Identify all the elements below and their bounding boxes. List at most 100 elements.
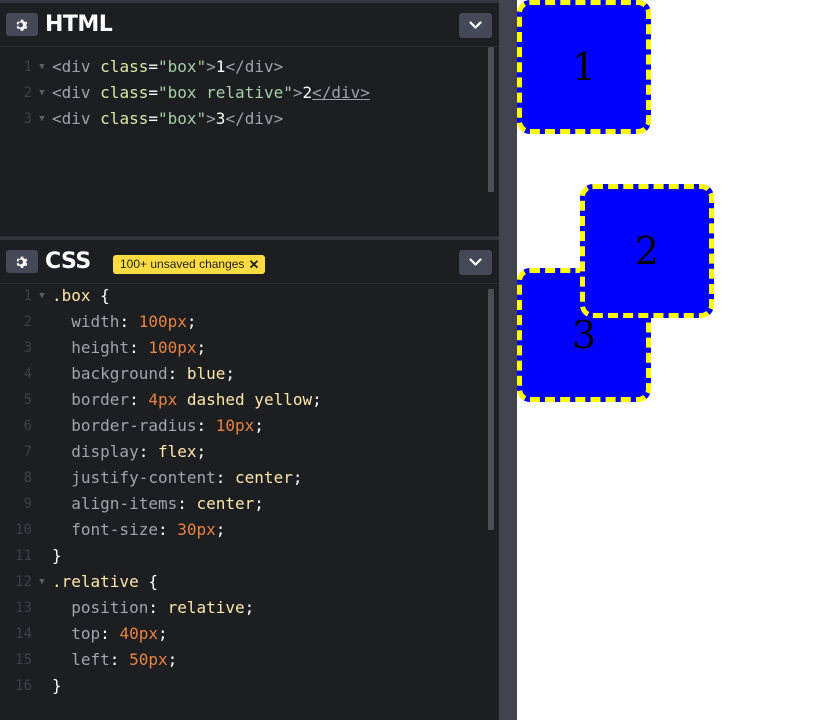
- code-line[interactable]: 3 ▼ <div class="box">3</div>: [0, 106, 490, 132]
- gear-icon: [16, 19, 28, 31]
- code-text: display: flex;: [52, 439, 206, 465]
- code-line[interactable]: 6 border-radius: 10px;: [0, 413, 490, 439]
- code-text: .relative {: [52, 569, 158, 595]
- line-number: 7: [23, 444, 32, 460]
- editor-column: HTML 1 ▼ <div class="box">1</div> 2 ▼ <div cl…: [0, 0, 499, 720]
- line-number: 2: [23, 314, 32, 330]
- code-token: :: [100, 624, 120, 643]
- code-token: =: [148, 83, 158, 102]
- line-number: 1: [23, 59, 32, 75]
- line-number: 9: [23, 496, 32, 512]
- code-token: >: [206, 109, 216, 128]
- code-token: align-items: [71, 494, 178, 513]
- code-token: 4px: [148, 390, 178, 409]
- line-number: 10: [15, 522, 32, 538]
- code-token: ;: [254, 416, 264, 435]
- close-icon[interactable]: ✕: [248, 255, 259, 274]
- code-token: flex: [157, 442, 197, 461]
- code-line[interactable]: 1 ▼ <div class="box">1</div>: [0, 54, 490, 80]
- code-line[interactable]: 3 height: 100px;: [0, 335, 490, 361]
- css-collapse-button[interactable]: [459, 250, 492, 275]
- code-token: font-size: [71, 520, 158, 539]
- code-text: .box {: [52, 283, 110, 309]
- code-token: {: [138, 572, 158, 591]
- code-line[interactable]: 12 ▼ .relative {: [0, 569, 490, 595]
- code-token: .box: [52, 286, 91, 305]
- code-line[interactable]: 14 top: 40px;: [0, 621, 490, 647]
- code-token: class: [100, 83, 149, 102]
- line-number: 3: [23, 340, 32, 356]
- unsaved-changes-badge[interactable]: 100+ unsaved changes ✕: [113, 255, 266, 274]
- html-editor-scrollbar[interactable]: [488, 47, 494, 192]
- line-number: 15: [15, 652, 32, 668]
- fold-arrow-icon[interactable]: ▼: [32, 54, 52, 80]
- code-token: "box relative": [157, 83, 293, 102]
- code-token: ;: [196, 338, 207, 357]
- code-line[interactable]: 16}: [0, 673, 490, 699]
- css-settings-button[interactable]: [6, 250, 38, 273]
- code-token: border: [71, 390, 130, 409]
- code-line[interactable]: 7 display: flex;: [0, 439, 490, 465]
- code-token: ;: [312, 390, 322, 409]
- code-line[interactable]: 10 font-size: 30px;: [0, 517, 490, 543]
- fold-arrow-icon[interactable]: ▼: [32, 283, 52, 309]
- html-code-editor[interactable]: 1 ▼ <div class="box">1</div> 2 ▼ <div class="…: [0, 46, 499, 236]
- fold-arrow-icon[interactable]: ▼: [32, 569, 52, 595]
- code-line[interactable]: 1 ▼ .box {: [0, 283, 490, 309]
- code-token: display: [71, 442, 139, 461]
- code-token: :: [167, 364, 187, 383]
- code-token: :: [119, 312, 139, 331]
- css-panel-title: CSS: [45, 249, 91, 274]
- code-line[interactable]: 4 background: blue;: [0, 361, 490, 387]
- preview-box-2: 2: [580, 184, 714, 318]
- code-line[interactable]: 13 position: relative;: [0, 595, 490, 621]
- code-token: 40px: [119, 624, 158, 643]
- code-token: height: [71, 338, 130, 357]
- code-token: class: [100, 109, 149, 128]
- code-line[interactable]: 2 ▼ <div class="box relative">2</div>: [0, 80, 490, 106]
- code-token: :: [157, 520, 178, 539]
- code-token: ;: [225, 364, 236, 383]
- html-panel-title: HTML: [45, 12, 113, 37]
- code-token: :: [196, 416, 216, 435]
- css-code-editor[interactable]: 1 ▼ .box {2 width: 100px; 3 height: 100px; 4…: [0, 283, 499, 720]
- code-text: width: 100px;: [52, 309, 197, 335]
- css-editor-scrollbar[interactable]: [488, 289, 494, 530]
- code-token: </div>: [312, 83, 370, 102]
- code-line[interactable]: 15 left: 50px;: [0, 647, 490, 673]
- code-token: blue: [186, 364, 226, 383]
- result-preview: 1 3 2: [517, 0, 833, 720]
- code-token: ;: [186, 312, 197, 331]
- html-settings-button[interactable]: [6, 13, 38, 36]
- code-token: 100px: [138, 312, 187, 331]
- code-line[interactable]: 8 justify-content: center;: [0, 465, 490, 491]
- line-number: 6: [23, 418, 32, 434]
- code-token: border-radius: [71, 416, 197, 435]
- fold-arrow-icon[interactable]: ▼: [32, 106, 52, 132]
- code-token: :: [138, 442, 158, 461]
- code-token: :: [129, 338, 149, 357]
- code-line[interactable]: 2 width: 100px;: [0, 309, 490, 335]
- code-token: <div: [52, 57, 101, 76]
- code-token: 2: [302, 83, 313, 102]
- code-text: font-size: 30px;: [52, 517, 225, 543]
- code-token: 3: [215, 109, 226, 128]
- code-line[interactable]: 5 border: 4px dashed yellow;: [0, 387, 490, 413]
- code-token: 1: [215, 57, 226, 76]
- html-collapse-button[interactable]: [459, 13, 492, 38]
- code-line[interactable]: 9 align-items: center;: [0, 491, 490, 517]
- code-line[interactable]: 11}: [0, 543, 490, 569]
- line-number: 8: [23, 470, 32, 486]
- css-panel-header: CSS 100+ unsaved changes ✕: [0, 237, 499, 283]
- preview-resize-divider[interactable]: [499, 0, 517, 720]
- code-token: ;: [196, 442, 207, 461]
- fold-arrow-icon[interactable]: ▼: [32, 80, 52, 106]
- unsaved-changes-label: 100+ unsaved changes: [120, 257, 245, 271]
